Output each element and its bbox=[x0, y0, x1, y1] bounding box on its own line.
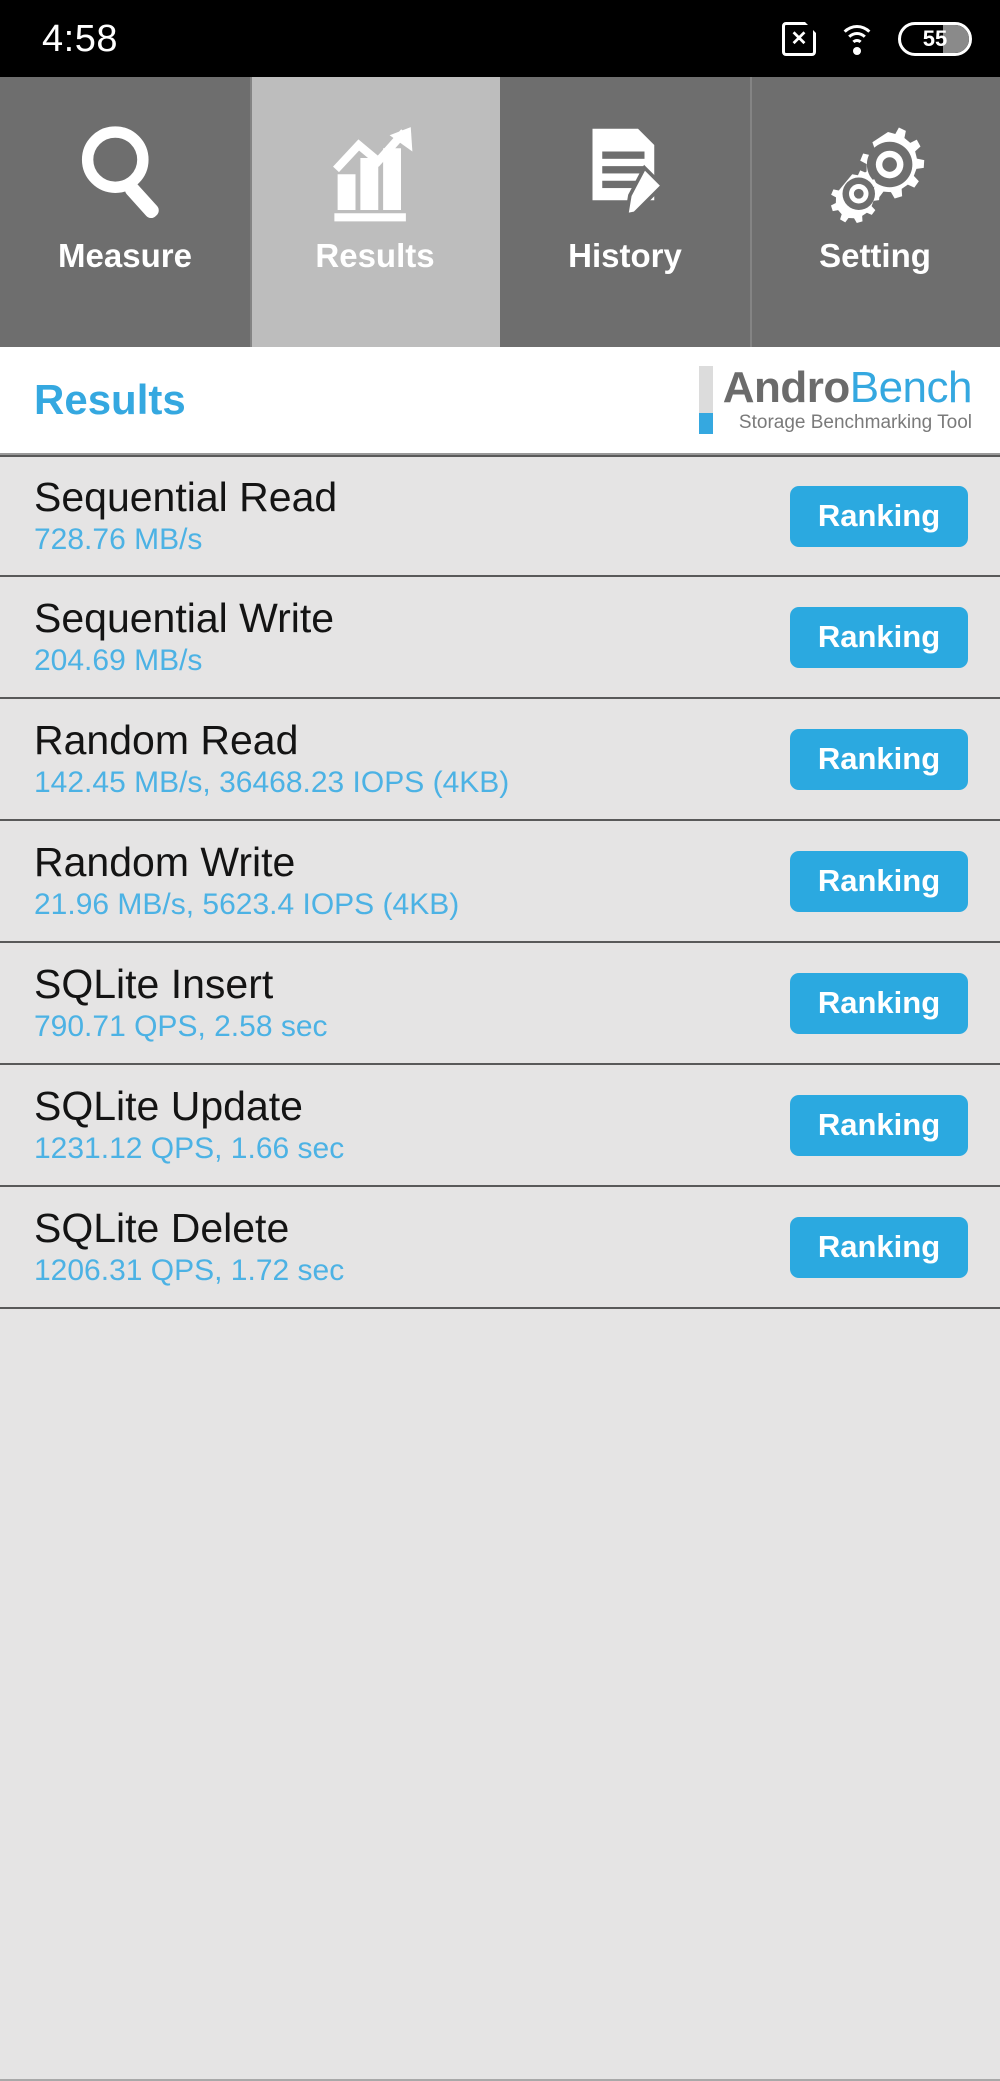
ranking-button[interactable]: Ranking bbox=[790, 485, 968, 547]
page-header: Results AndroBench Storage Benchmarking … bbox=[0, 347, 1000, 455]
status-bar: 4:58 ✕ 55 bbox=[0, 0, 1000, 77]
logo-primary-text: Andro bbox=[722, 363, 851, 413]
tab-setting-label: Setting bbox=[819, 237, 931, 274]
result-name: Sequential Write bbox=[34, 595, 335, 642]
ranking-button[interactable]: Ranking bbox=[790, 728, 968, 790]
result-value: 1231.12 QPS, 1.66 sec bbox=[34, 1132, 345, 1166]
tab-measure-label: Measure bbox=[58, 237, 192, 274]
result-name: Sequential Read bbox=[34, 474, 338, 521]
app-root: 4:58 ✕ 55 Measure Results History Settin… bbox=[0, 0, 1000, 2081]
result-value: 204.69 MB/s bbox=[34, 644, 203, 678]
table-row[interactable]: Random Write 21.96 MB/s, 5623.4 IOPS (4K… bbox=[0, 821, 1000, 943]
logo-wordmark: AndroBench bbox=[722, 363, 973, 413]
logo-text: AndroBench Storage Benchmarking Tool bbox=[722, 363, 973, 434]
result-value: 21.96 MB/s, 5623.4 IOPS (4KB) bbox=[34, 888, 460, 922]
result-texts: SQLite Update 1231.12 QPS, 1.66 sec bbox=[34, 1085, 344, 1165]
tab-history-label: History bbox=[568, 237, 682, 274]
table-row[interactable]: SQLite Delete 1206.31 QPS, 1.72 sec Rank… bbox=[0, 1187, 1000, 1309]
ranking-button[interactable]: Ranking bbox=[790, 606, 968, 668]
page-title: Results bbox=[34, 376, 186, 423]
result-name: Random Read bbox=[34, 717, 299, 764]
tab-setting[interactable]: Setting bbox=[750, 77, 1000, 347]
ranking-button[interactable]: Ranking bbox=[790, 972, 968, 1034]
results-list: Sequential Read 728.76 MB/s Ranking Sequ… bbox=[0, 455, 1000, 2081]
table-row[interactable]: SQLite Update 1231.12 QPS, 1.66 sec Rank… bbox=[0, 1065, 1000, 1187]
logo-secondary-text: Bench bbox=[849, 363, 973, 413]
result-texts: SQLite Insert 790.71 QPS, 2.58 sec bbox=[34, 963, 328, 1043]
result-name: SQLite Insert bbox=[34, 961, 274, 1008]
gears-icon bbox=[823, 111, 927, 231]
result-texts: Sequential Read 728.76 MB/s bbox=[34, 476, 337, 556]
result-value: 790.71 QPS, 2.58 sec bbox=[34, 1010, 328, 1044]
battery-level-label: 55 bbox=[922, 25, 948, 51]
tab-history[interactable]: History bbox=[500, 77, 750, 347]
tab-results-label: Results bbox=[315, 237, 435, 274]
bar-chart-arrow-icon bbox=[323, 111, 427, 231]
result-name: SQLite Update bbox=[34, 1083, 303, 1130]
result-texts: Random Read 142.45 MB/s, 36468.23 IOPS (… bbox=[34, 719, 509, 799]
tab-bar: Measure Results History Setting bbox=[0, 77, 1000, 347]
result-name: Random Write bbox=[34, 839, 296, 886]
result-texts: Sequential Write 204.69 MB/s bbox=[34, 597, 334, 677]
wifi-icon bbox=[838, 23, 876, 55]
table-row[interactable]: Sequential Write 204.69 MB/s Ranking bbox=[0, 577, 1000, 699]
result-texts: Random Write 21.96 MB/s, 5623.4 IOPS (4K… bbox=[34, 841, 459, 921]
ranking-button[interactable]: Ranking bbox=[790, 1216, 968, 1278]
status-system-icons: ✕ 55 bbox=[782, 21, 972, 56]
tab-results[interactable]: Results bbox=[250, 77, 500, 347]
androbench-logo: AndroBench Storage Benchmarking Tool bbox=[698, 363, 973, 434]
result-value: 142.45 MB/s, 36468.23 IOPS (4KB) bbox=[34, 766, 510, 800]
logo-accent-bar bbox=[698, 366, 713, 434]
table-row[interactable]: Sequential Read 728.76 MB/s Ranking bbox=[0, 455, 1000, 577]
battery-icon: 55 bbox=[898, 21, 972, 56]
table-row[interactable]: Random Read 142.45 MB/s, 36468.23 IOPS (… bbox=[0, 699, 1000, 821]
logo-subtitle: Storage Benchmarking Tool bbox=[738, 411, 972, 433]
tab-measure[interactable]: Measure bbox=[0, 77, 250, 347]
result-texts: SQLite Delete 1206.31 QPS, 1.72 sec bbox=[34, 1207, 344, 1287]
ranking-button[interactable]: Ranking bbox=[790, 1094, 968, 1156]
sim-card-no-service-icon: ✕ bbox=[782, 21, 816, 56]
ranking-button[interactable]: Ranking bbox=[790, 850, 968, 912]
result-value: 1206.31 QPS, 1.72 sec bbox=[34, 1254, 345, 1288]
table-row[interactable]: SQLite Insert 790.71 QPS, 2.58 sec Ranki… bbox=[0, 943, 1000, 1065]
result-value: 728.76 MB/s bbox=[34, 523, 203, 557]
status-clock: 4:58 bbox=[42, 17, 118, 60]
magnifier-icon bbox=[73, 111, 177, 231]
result-name: SQLite Delete bbox=[34, 1205, 290, 1252]
document-pen-icon bbox=[573, 111, 677, 231]
